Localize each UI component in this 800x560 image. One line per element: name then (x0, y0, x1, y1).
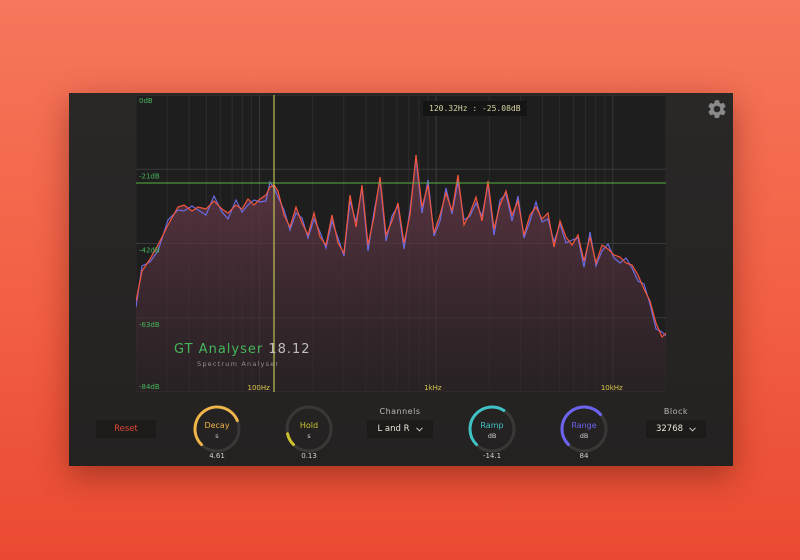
block-value: 32768 (655, 424, 684, 434)
plugin-window: 0dB -21dB -42dB -63dB -84dB 100Hz 1kHz 10kHz 12… (69, 93, 733, 466)
db-label: -84dB (139, 383, 160, 391)
hold-label: Hold (299, 421, 319, 430)
channels-select[interactable]: L and R (367, 420, 433, 438)
gear-icon[interactable] (706, 98, 728, 120)
hold-knob[interactable]: Hold s 0.13 (283, 403, 335, 460)
ramp-knob[interactable]: Ramp dB -14.1 (466, 403, 518, 460)
decay-unit: s (215, 432, 219, 440)
channels-value: L and R (377, 424, 410, 434)
range-value: 84 (579, 452, 589, 460)
plugin-subtitle: Spectrum Analyser (197, 360, 280, 368)
db-label: 0dB (139, 97, 153, 105)
db-label: -21dB (139, 172, 160, 180)
freq-label: 10kHz (601, 384, 623, 392)
ramp-label: Ramp (480, 421, 504, 430)
chevron-down-icon (415, 426, 423, 432)
ramp-unit: dB (487, 432, 497, 440)
freq-label: 1kHz (424, 384, 442, 392)
hold-value: 0.13 (301, 452, 317, 460)
db-label: -63dB (139, 321, 160, 329)
range-unit: dB (579, 432, 589, 440)
decay-value: 4.61 (209, 452, 225, 460)
block-label: Block (663, 407, 689, 416)
decay-label: Decay (204, 421, 230, 430)
channels-label: Channels (379, 407, 421, 416)
block-select[interactable]: 32768 (646, 420, 706, 438)
range-label: Range (571, 421, 597, 430)
ramp-value: -14.1 (482, 452, 502, 460)
reset-button[interactable]: Reset (96, 420, 156, 438)
plugin-version: 18.12 (268, 342, 311, 357)
plugin-name: GT Analyser (174, 342, 264, 357)
chevron-down-icon (689, 426, 696, 432)
range-knob[interactable]: Range dB 84 (558, 403, 610, 460)
plugin-title: GT Analyser 18.12 (174, 342, 311, 357)
db-label: -42dB (139, 247, 160, 255)
cursor-readout: 120.32Hz : -25.08dB (423, 101, 527, 116)
hold-unit: s (307, 432, 311, 440)
decay-knob[interactable]: Decay s 4.61 (191, 403, 243, 460)
freq-label: 100Hz (247, 384, 270, 392)
